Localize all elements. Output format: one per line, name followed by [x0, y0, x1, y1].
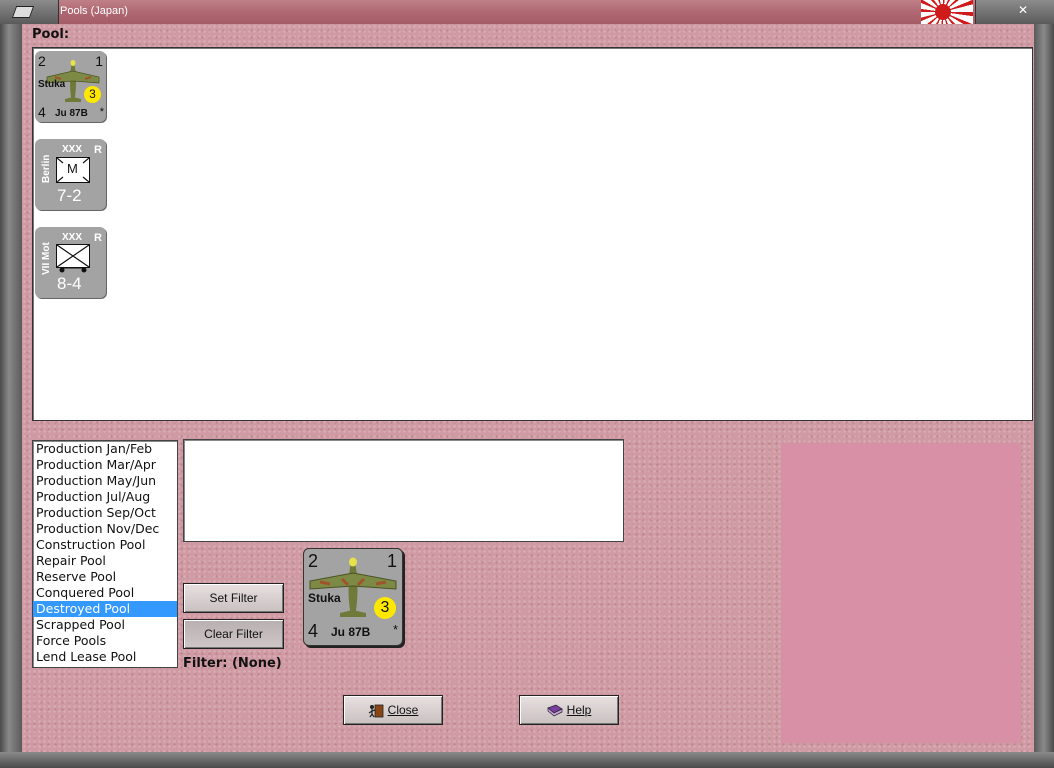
set-filter-button[interactable]: Set Filter	[183, 583, 284, 613]
right-frame-rail	[1034, 24, 1054, 768]
bottom-frame-rail	[0, 752, 1054, 768]
pool-list-item[interactable]: Force Pools	[33, 633, 177, 649]
counter-land-size: XXX	[62, 144, 83, 155]
counter-air-range: 4	[38, 104, 46, 120]
selected-air-name: Stuka	[308, 591, 341, 605]
system-menu-icon	[11, 6, 35, 18]
pool-list-item[interactable]: Destroyed Pool	[33, 601, 177, 617]
pool-list-item[interactable]: Production Sep/Oct	[33, 505, 177, 521]
pool-list-item[interactable]: Reserve Pool	[33, 569, 177, 585]
counter-land-strength: 7-2	[57, 186, 82, 205]
pool-list-item[interactable]: Scrapped Pool	[33, 617, 177, 633]
counter-air-model: Ju 87B	[55, 108, 88, 119]
set-filter-label: Set Filter	[209, 591, 258, 605]
selected-counter-stuka[interactable]: 2 1 Stuka 3 4 Ju 87B *	[303, 548, 403, 646]
close-button[interactable]: Close	[343, 695, 443, 725]
help-button[interactable]: Help	[519, 695, 619, 725]
pool-list-item[interactable]: Conquered Pool	[33, 585, 177, 601]
pool-list-item[interactable]: Production Nov/Dec	[33, 521, 177, 537]
counter-land-strength: 8-4	[57, 274, 82, 293]
window-title: Pools (Japan)	[60, 5, 128, 17]
pool-type-list[interactable]: Production Jan/Feb Production Mar/Apr Prod…	[32, 440, 178, 668]
help-label: Help	[566, 703, 592, 717]
counter-info-box[interactable]	[183, 439, 624, 542]
pool-list-item[interactable]: Production Mar/Apr	[33, 457, 177, 473]
filter-status: Filter: (None)	[183, 656, 282, 671]
door-exit-icon	[368, 704, 384, 718]
close-icon: ✕	[1018, 3, 1029, 17]
selected-air-range: 4	[308, 621, 319, 641]
pool-counter-stuka[interactable]: 2 1 Stuka 3 4 Ju 87B *	[35, 51, 106, 122]
counter-land-flag: R	[94, 144, 102, 156]
window-close-button[interactable]: ✕	[975, 0, 1054, 24]
selected-air-model: Ju 87B	[331, 625, 371, 639]
pool-counter-vii-mot[interactable]: XXX R VII Mot 8-4	[35, 227, 106, 298]
japan-flag-icon	[921, 0, 973, 24]
counter-land-flag: R	[94, 232, 102, 244]
pool-list-item[interactable]: Production Jul/Aug	[33, 489, 177, 505]
counter-air-name: Stuka	[38, 79, 66, 90]
selected-air-badge: 3	[374, 597, 396, 619]
counter-air-badge: 3	[84, 86, 101, 103]
infantry-symbol-icon: M	[56, 157, 90, 183]
pool-list-item[interactable]: Repair Pool	[33, 553, 177, 569]
unit-preview-panel	[781, 443, 1021, 743]
counter-land-name: VII Mot	[41, 242, 52, 275]
pool-counter-area[interactable]: 2 1 Stuka 3 4 Ju 87B * XXX R Berlin M 7-…	[32, 47, 1033, 421]
pool-list-item[interactable]: Production May/Jun	[33, 473, 177, 489]
close-label: Close	[387, 703, 419, 717]
pool-label: Pool:	[32, 27, 70, 42]
left-frame-rail	[0, 24, 22, 768]
pool-list-item[interactable]: Production Jan/Feb	[33, 441, 177, 457]
selected-air-mark: *	[392, 622, 398, 637]
wheels-icon	[59, 267, 87, 273]
system-menu-button[interactable]	[0, 0, 59, 24]
counter-land-size: XXX	[62, 232, 83, 243]
pool-counter-berlin[interactable]: XXX R Berlin M 7-2	[35, 139, 106, 210]
help-book-icon	[546, 704, 563, 717]
pool-list-item[interactable]: Lend Lease Pool	[33, 649, 177, 665]
clear-filter-button[interactable]: Clear Filter	[183, 619, 284, 649]
counter-land-symbol: M	[67, 161, 78, 176]
title-bar[interactable]: Pools (Japan) ✕	[0, 0, 1054, 25]
counter-air-mark: *	[99, 106, 104, 118]
counter-land-name: Berlin	[41, 154, 52, 183]
pool-list-item[interactable]: Construction Pool	[33, 537, 177, 553]
motorized-infantry-icon	[56, 244, 90, 268]
clear-filter-label: Clear Filter	[204, 627, 263, 641]
